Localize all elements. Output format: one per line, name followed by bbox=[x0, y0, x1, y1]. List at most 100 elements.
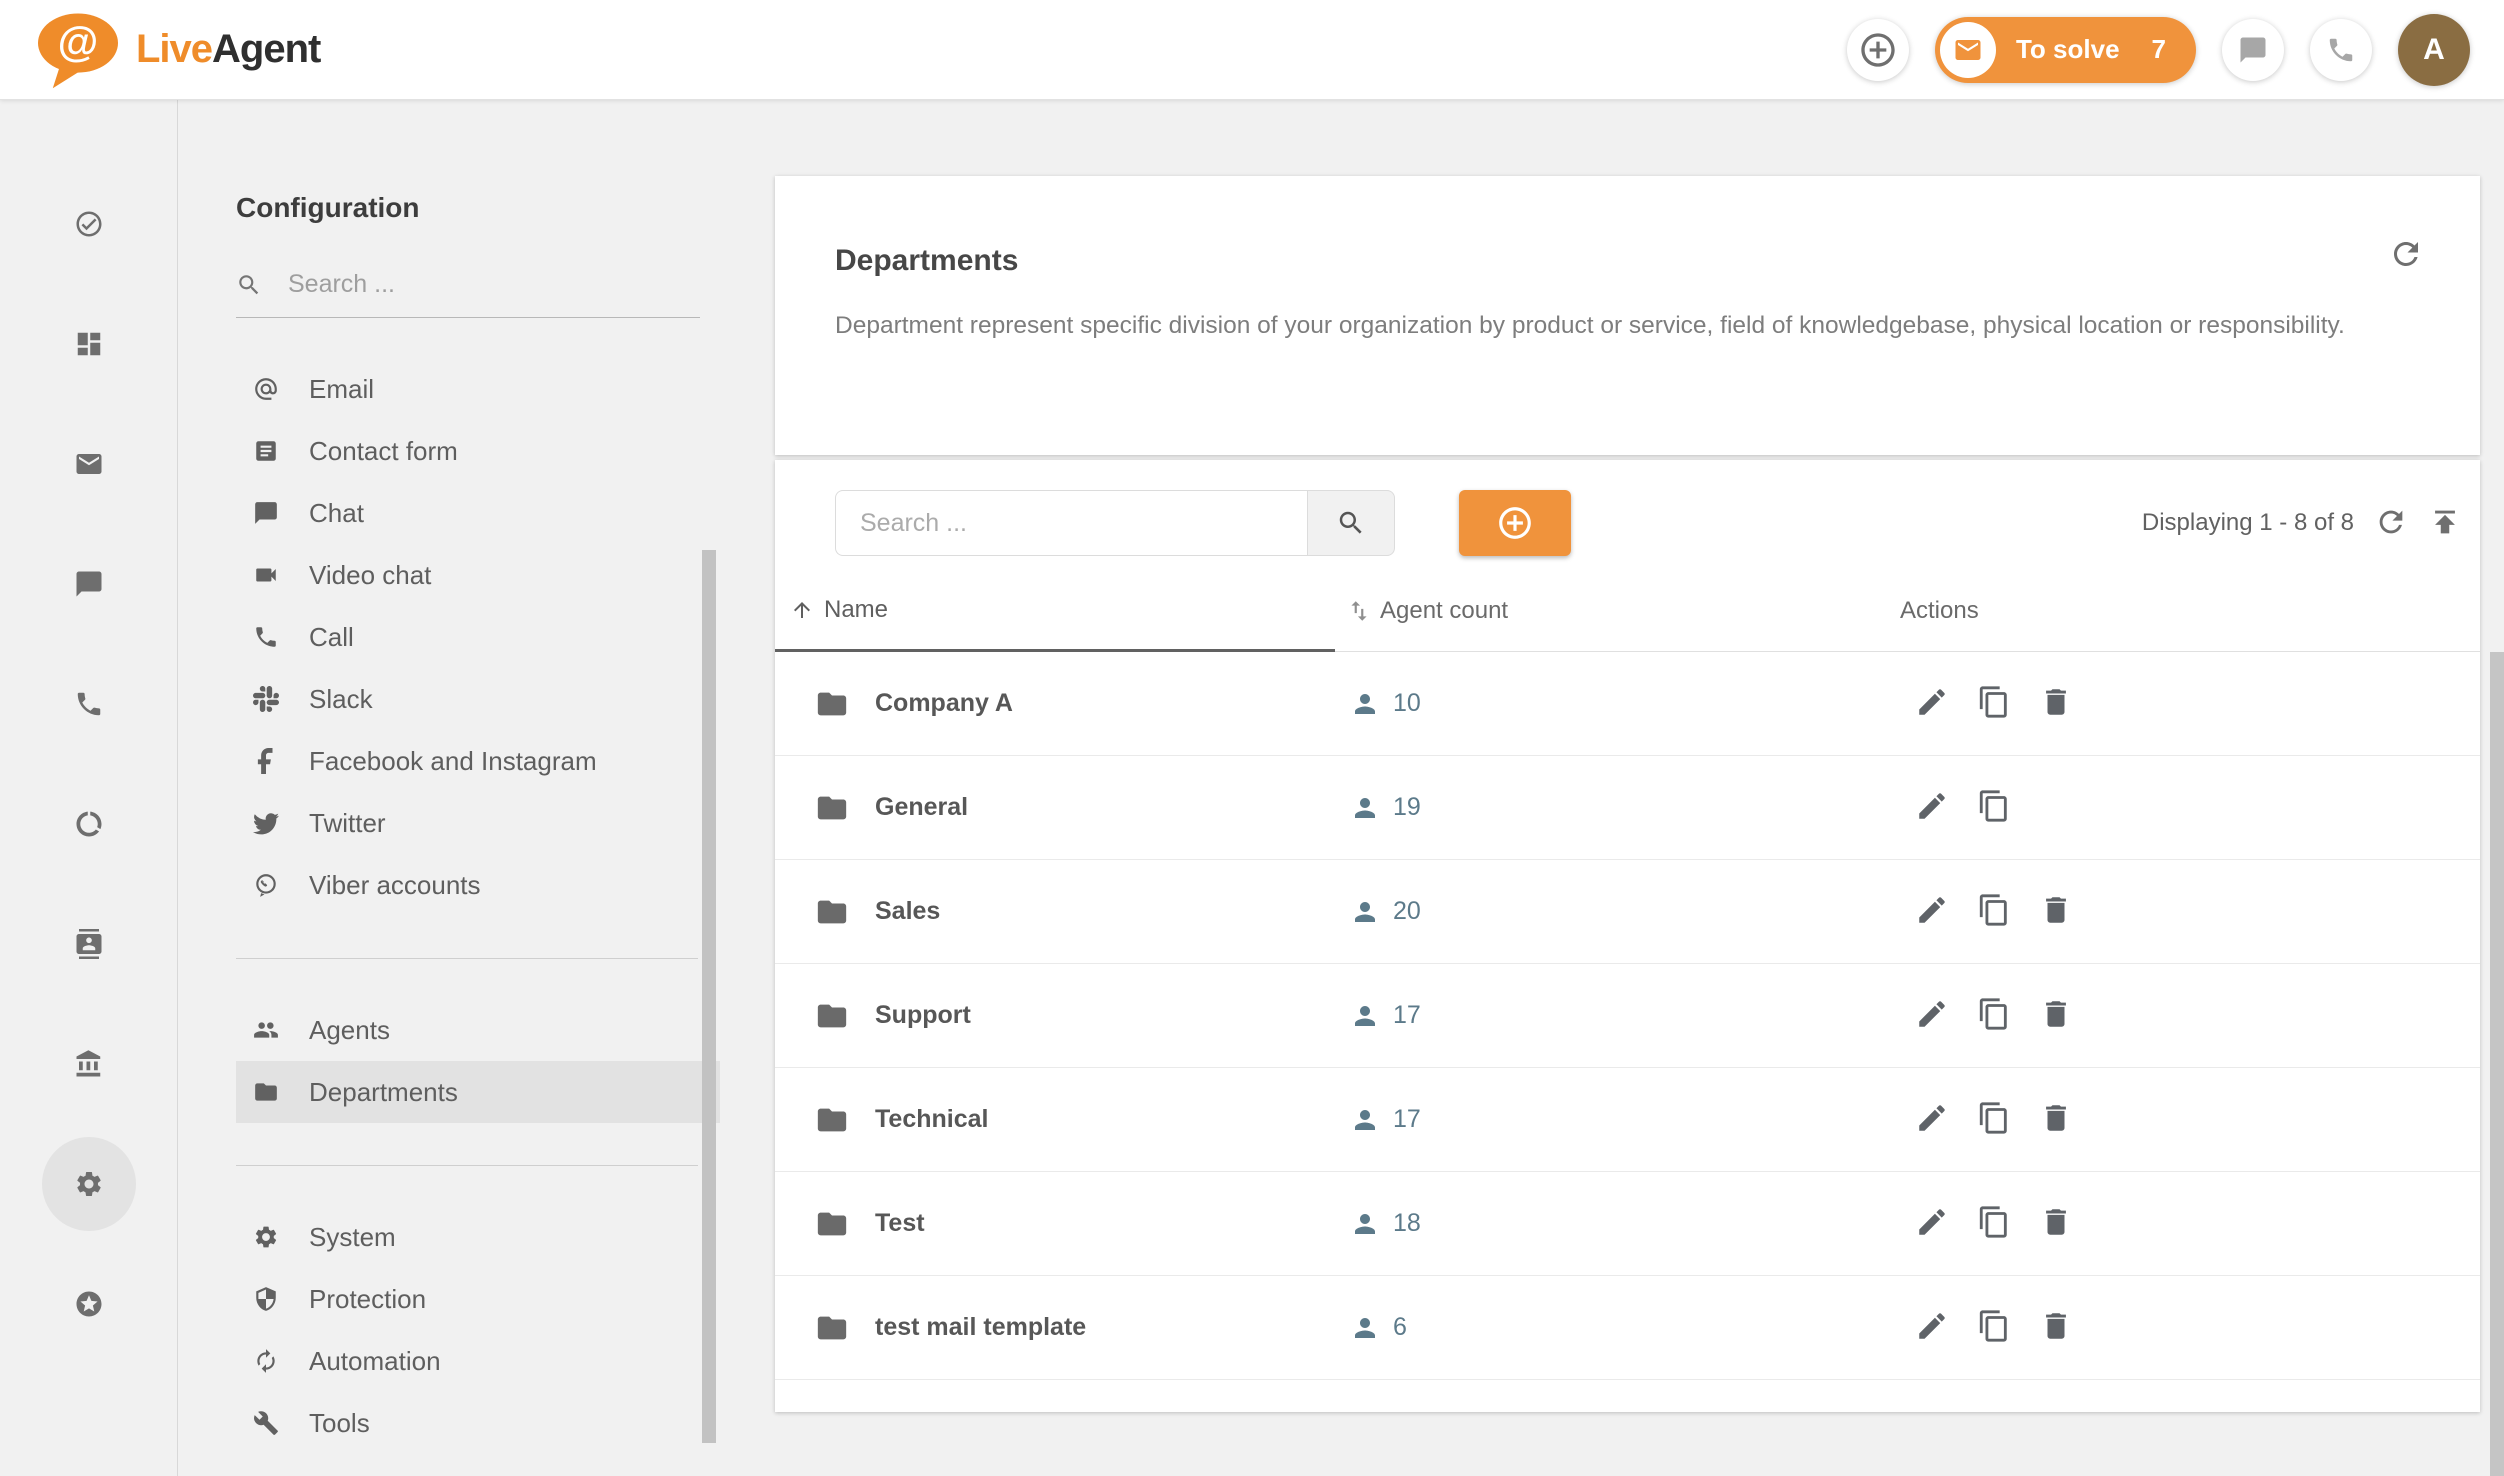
column-header-name[interactable]: Name bbox=[775, 570, 1335, 652]
scroll-to-top-button[interactable] bbox=[2428, 505, 2462, 542]
table-row: Technical17 bbox=[775, 1068, 2480, 1172]
department-name-cell[interactable]: General bbox=[775, 756, 1335, 859]
table-row: test mail template6 bbox=[775, 1276, 2480, 1380]
copy-button[interactable] bbox=[1977, 685, 2011, 722]
rail-item-reports[interactable] bbox=[0, 764, 177, 884]
sidebar-item-twitter[interactable]: Twitter bbox=[236, 792, 720, 854]
copy-button[interactable] bbox=[1977, 997, 2011, 1034]
configuration-sidebar: Configuration EmailContact formChatVideo… bbox=[179, 100, 720, 1476]
email-icon bbox=[74, 449, 104, 479]
copy-button[interactable] bbox=[1977, 789, 2011, 826]
department-name-cell[interactable]: Technical bbox=[775, 1068, 1335, 1171]
rail-item-chats[interactable] bbox=[0, 524, 177, 644]
sidebar-item-departments[interactable]: Departments bbox=[236, 1061, 720, 1123]
edit-button[interactable] bbox=[1915, 997, 1949, 1034]
sidebar-search bbox=[236, 270, 700, 318]
table-row: Sales20 bbox=[775, 860, 2480, 964]
sidebar-item-protection[interactable]: Protection bbox=[236, 1268, 720, 1330]
create-new-button[interactable] bbox=[1847, 19, 1909, 81]
delete-button[interactable] bbox=[2039, 685, 2073, 722]
edit-button[interactable] bbox=[1915, 1101, 1949, 1138]
column-label-name: Name bbox=[824, 596, 888, 624]
department-name-cell[interactable]: Support bbox=[775, 964, 1335, 1067]
sidebar-item-email[interactable]: Email bbox=[236, 358, 720, 420]
copy-icon bbox=[1977, 1205, 2011, 1239]
sidebar-item-video-chat[interactable]: Video chat bbox=[236, 544, 720, 606]
edit-button[interactable] bbox=[1915, 1309, 1949, 1346]
edit-button[interactable] bbox=[1915, 685, 1949, 722]
logo-wordmark: LiveAgent bbox=[136, 27, 320, 72]
rail-item-calls[interactable] bbox=[0, 644, 177, 764]
refresh-list-button[interactable] bbox=[2374, 505, 2408, 542]
avatar[interactable]: A bbox=[2398, 14, 2470, 86]
main-content: Departments Department represent specifi… bbox=[775, 176, 2480, 1412]
phone-icon bbox=[2326, 35, 2356, 65]
refresh-icon bbox=[2374, 505, 2408, 539]
agent-count-cell: 10 bbox=[1335, 1380, 1880, 1412]
folder-icon bbox=[253, 1079, 279, 1105]
chats-button[interactable] bbox=[2222, 19, 2284, 81]
delete-button[interactable] bbox=[2039, 1101, 2073, 1138]
column-header-agent-count[interactable]: Agent count bbox=[1335, 570, 1880, 652]
table-search-button[interactable] bbox=[1307, 490, 1395, 556]
refresh-page-button[interactable] bbox=[2388, 236, 2424, 275]
department-name: Test bbox=[875, 1209, 925, 1238]
department-name-cell[interactable]: Test bbox=[775, 1172, 1335, 1275]
rail-item-tasks[interactable] bbox=[0, 164, 177, 284]
table-search-input[interactable] bbox=[835, 490, 1307, 556]
edit-button[interactable] bbox=[1915, 1205, 1949, 1242]
folder-icon bbox=[815, 999, 849, 1033]
sidebar-item-viber-accounts[interactable]: Viber accounts bbox=[236, 854, 720, 916]
copy-button[interactable] bbox=[1977, 1101, 2011, 1138]
sidebar-item-facebook-and-instagram[interactable]: Facebook and Instagram bbox=[236, 730, 720, 792]
rail-item-gamification[interactable] bbox=[0, 1244, 177, 1364]
department-name-cell[interactable]: VIP bbox=[775, 1380, 1335, 1412]
to-solve-button[interactable]: To solve 7 bbox=[1935, 17, 2196, 83]
folder-icon bbox=[815, 687, 849, 721]
rail-item-configuration[interactable] bbox=[0, 1124, 177, 1244]
sidebar-item-automation[interactable]: Automation bbox=[236, 1330, 720, 1392]
edit-button[interactable] bbox=[1915, 789, 1949, 826]
copy-button[interactable] bbox=[1977, 893, 2011, 930]
delete-button[interactable] bbox=[2039, 1205, 2073, 1242]
sidebar-search-input[interactable] bbox=[288, 270, 700, 299]
calls-button[interactable] bbox=[2310, 19, 2372, 81]
copy-button[interactable] bbox=[1977, 1309, 2011, 1346]
edit-icon bbox=[1915, 1101, 1949, 1135]
add-department-button[interactable] bbox=[1459, 490, 1571, 556]
sidebar-item-label: Facebook and Instagram bbox=[309, 746, 597, 777]
column-label-actions: Actions bbox=[1900, 597, 1979, 625]
delete-button[interactable] bbox=[2039, 893, 2073, 930]
edit-icon bbox=[1915, 685, 1949, 719]
delete-button[interactable] bbox=[2039, 997, 2073, 1034]
rail-item-companies[interactable] bbox=[0, 1004, 177, 1124]
sidebar-scrollbar[interactable] bbox=[702, 550, 716, 1443]
sidebar-item-tools[interactable]: Tools bbox=[236, 1392, 720, 1454]
table-toolbar: Displaying 1 - 8 of 8 bbox=[835, 490, 2462, 556]
logo[interactable]: @ LiveAgent bbox=[34, 10, 320, 90]
department-name-cell[interactable]: Sales bbox=[775, 860, 1335, 963]
sidebar-item-call[interactable]: Call bbox=[236, 606, 720, 668]
copy-button[interactable] bbox=[1977, 1205, 2011, 1242]
sidebar-item-slack[interactable]: Slack bbox=[236, 668, 720, 730]
bank-icon bbox=[74, 1049, 104, 1079]
sidebar-item-chat[interactable]: Chat bbox=[236, 482, 720, 544]
sidebar-item-system[interactable]: System bbox=[236, 1206, 720, 1268]
department-name: Company A bbox=[875, 689, 1013, 718]
chat-icon bbox=[2238, 35, 2268, 65]
department-name-cell[interactable]: Company A bbox=[775, 652, 1335, 755]
rail-item-dashboard[interactable] bbox=[0, 284, 177, 404]
sidebar-item-contact-form[interactable]: Contact form bbox=[236, 420, 720, 482]
edit-button[interactable] bbox=[1915, 893, 1949, 930]
rail-item-tickets[interactable] bbox=[0, 404, 177, 524]
page-scrollbar[interactable] bbox=[2490, 652, 2504, 1476]
sort-icon bbox=[1346, 598, 1372, 624]
rail-item-customers[interactable] bbox=[0, 884, 177, 1004]
contact-card-icon bbox=[74, 929, 104, 959]
sidebar-item-agents[interactable]: Agents bbox=[236, 999, 720, 1061]
delete-button[interactable] bbox=[2039, 1309, 2073, 1346]
department-name-cell[interactable]: test mail template bbox=[775, 1276, 1335, 1379]
phone-icon bbox=[253, 624, 279, 650]
agent-count: 18 bbox=[1393, 1209, 1421, 1238]
table-row: VIP10 bbox=[775, 1380, 2480, 1412]
